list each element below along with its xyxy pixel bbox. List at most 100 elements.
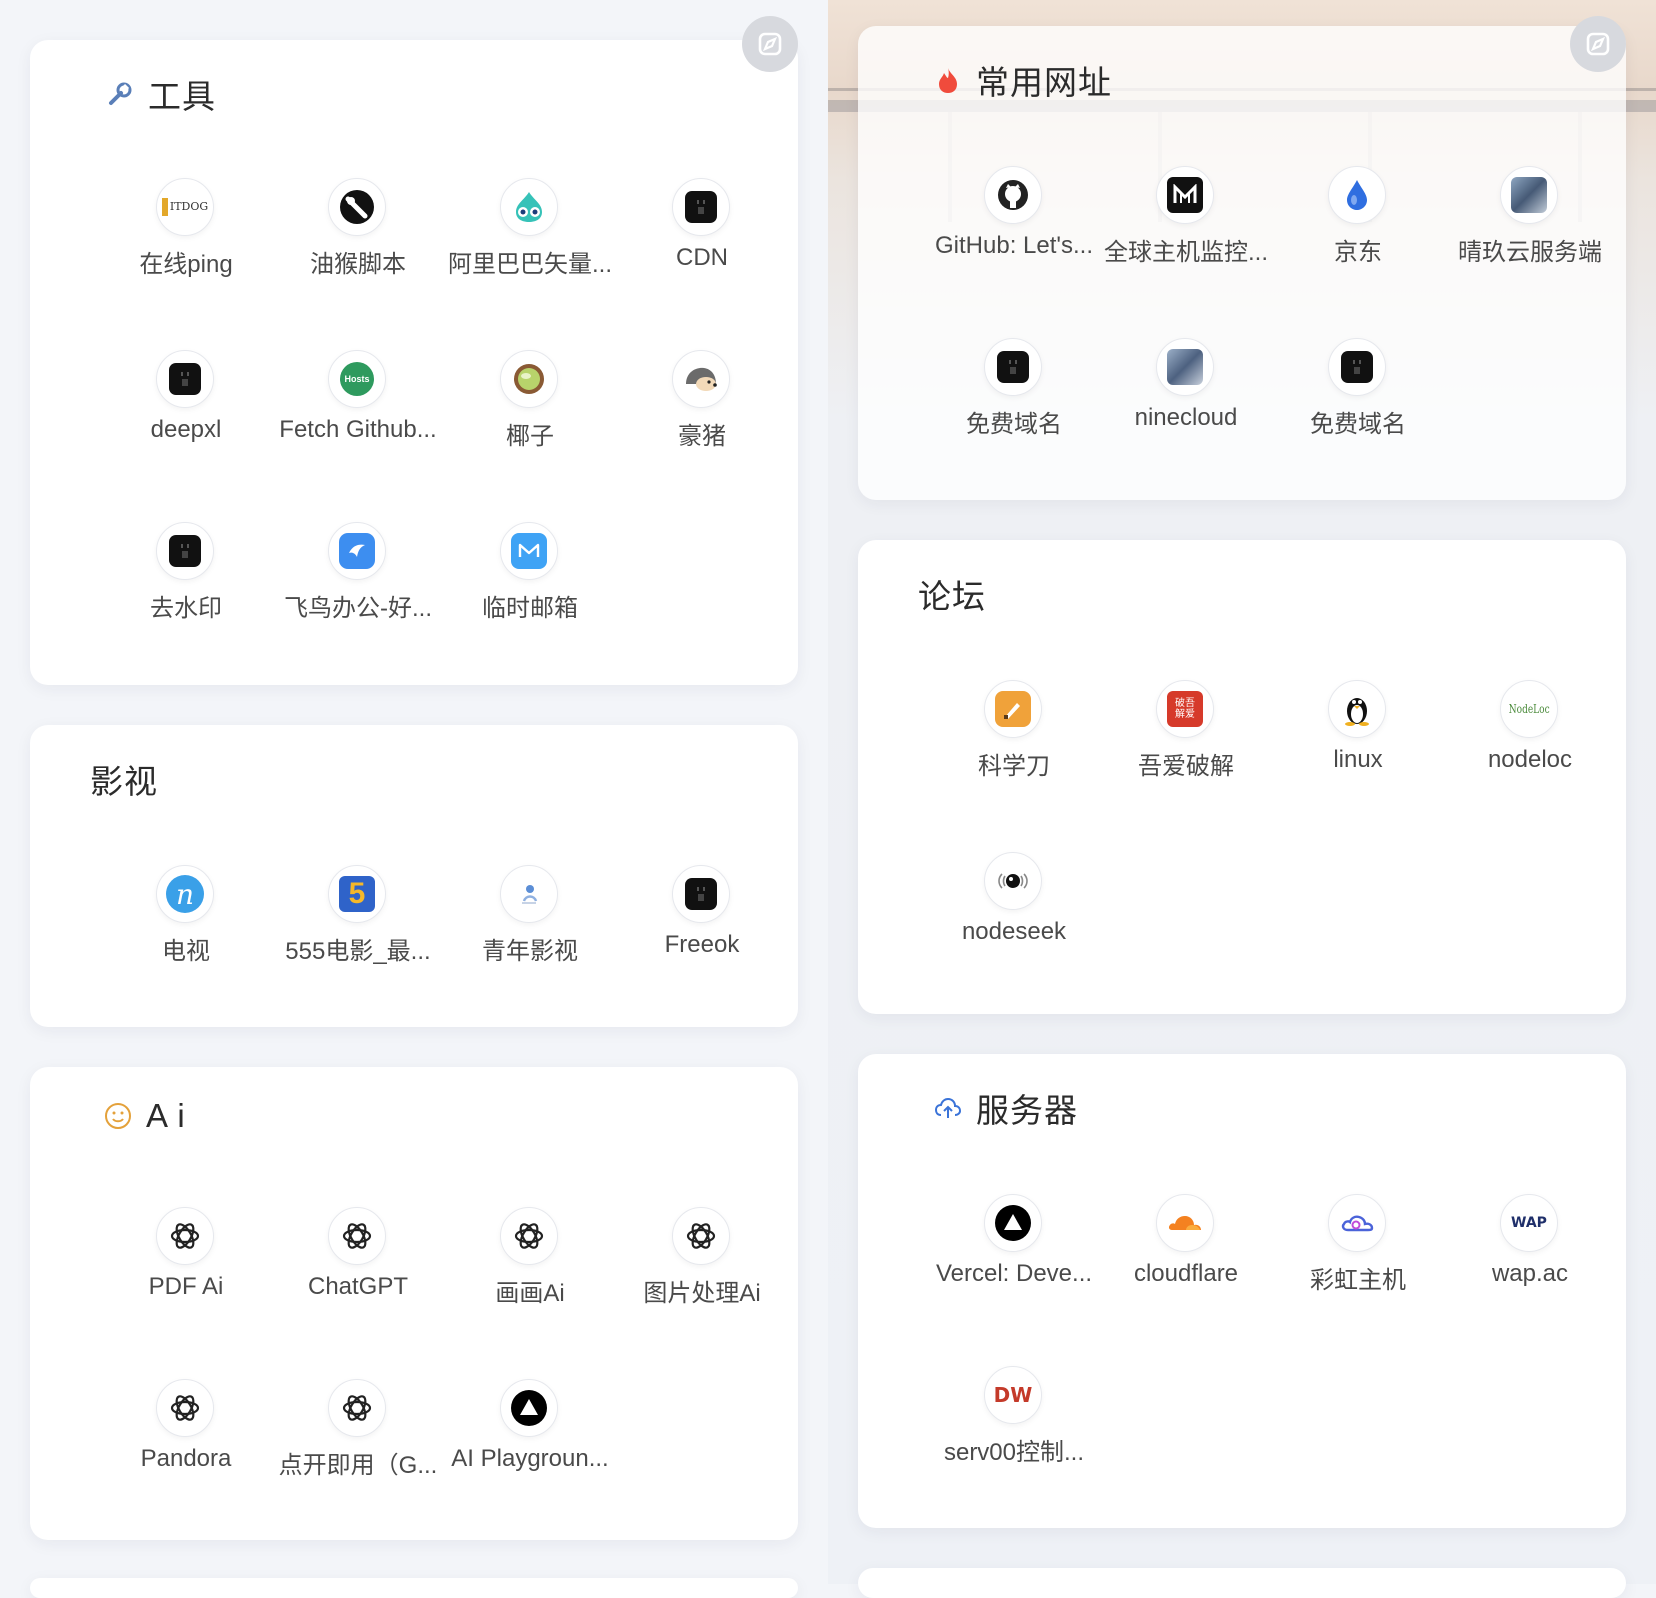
tile-qingnian-yingshi[interactable]: 青年影视 xyxy=(444,865,616,995)
52pojie-icon: 破吾解爱 xyxy=(1156,680,1214,738)
tile-deepxl[interactable]: deepxl xyxy=(100,350,272,480)
tile-label: 阿里巴巴矢量... xyxy=(447,251,612,278)
tile-label: 豪猪 xyxy=(678,423,726,450)
smile-icon xyxy=(104,1102,132,1130)
tile-nodeloc[interactable]: NodeLoc nodeloc xyxy=(1444,680,1616,810)
feiniao-bird-icon xyxy=(328,522,386,580)
openai-icon xyxy=(500,1207,558,1265)
tile-label: 吾爱破解 xyxy=(1138,753,1234,780)
555-movie-icon: 5 xyxy=(328,865,386,923)
card-tools: 工具 ITDOG 在线ping 油猴脚本 阿里巴巴矢量... CDN deepx… xyxy=(30,40,798,685)
tile-pdf-ai[interactable]: PDF Ai xyxy=(100,1207,272,1337)
tile-ai-playground[interactable]: AI Playgroun... xyxy=(444,1379,616,1509)
vercel-triangle-icon xyxy=(984,1194,1042,1252)
tile-label: Vercel: Deve... xyxy=(935,1260,1093,1287)
card-server: 服务器 Vercel: Deve... cloudflare 彩虹主机 WAP … xyxy=(858,1054,1626,1528)
openai-icon xyxy=(156,1207,214,1265)
tile-52pojie[interactable]: 破吾解爱 吾爱破解 xyxy=(1100,680,1272,810)
tile-jingdong[interactable]: 京东 xyxy=(1272,166,1444,296)
card-ai: A i PDF Ai ChatGPT 画画Ai 图片处理Ai Pandora 点… xyxy=(30,1067,798,1540)
tile-linshi-youxiang[interactable]: 临时邮箱 xyxy=(444,522,616,652)
generic-app-icon xyxy=(672,178,730,236)
tile-label: 555电影_最... xyxy=(285,938,431,965)
mail-icon xyxy=(500,522,558,580)
tile-cloudflare[interactable]: cloudflare xyxy=(1100,1194,1272,1324)
tux-penguin-icon xyxy=(1328,680,1386,738)
generic-app-icon xyxy=(1328,338,1386,396)
tile-nodeseek[interactable]: nodeseek xyxy=(928,852,1100,982)
tile-caihong-zhuji[interactable]: 彩虹主机 xyxy=(1272,1194,1444,1324)
tile-diankai-jiyong[interactable]: 点开即用（G... xyxy=(272,1379,444,1509)
tile-dianshi[interactable]: n 电视 xyxy=(100,865,272,995)
card-title-text: 影视 xyxy=(90,763,158,800)
tile-freeok[interactable]: Freeok xyxy=(616,865,788,995)
tile-label: 画画Ai xyxy=(495,1280,565,1307)
tile-label: 图片处理Ai xyxy=(643,1280,761,1307)
card-title: 影视 xyxy=(90,755,158,803)
tile-tupian-chuli-ai[interactable]: 图片处理Ai xyxy=(616,1207,788,1337)
tile-zaixian-ping[interactable]: ITDOG 在线ping xyxy=(100,178,272,308)
tile-label: ninecloud xyxy=(1134,404,1238,431)
tile-label: wap.ac xyxy=(1491,1260,1569,1287)
tile-wap-ac[interactable]: WAP wap.ac xyxy=(1444,1194,1616,1324)
tile-yezi[interactable]: 椰子 xyxy=(444,350,616,480)
tile-label: Pandora xyxy=(140,1445,232,1472)
tile-label: 油猴脚本 xyxy=(310,251,406,278)
youth-film-icon xyxy=(500,865,558,923)
tile-linux[interactable]: linux xyxy=(1272,680,1444,810)
tile-label: 免费域名 xyxy=(1310,411,1406,438)
tile-fetch-github-hosts[interactable]: Hosts Fetch Github... xyxy=(272,350,444,480)
fire-icon xyxy=(934,66,962,94)
tile-youhou-jiaoben[interactable]: 油猴脚本 xyxy=(272,178,444,308)
tile-host-monitor[interactable]: 全球主机监控... xyxy=(1100,166,1272,296)
tile-label: CDN xyxy=(676,244,728,271)
tile-serv00[interactable]: DW serv00控制... xyxy=(928,1366,1100,1496)
tile-label: ChatGPT xyxy=(307,1273,409,1300)
tile-feiniao[interactable]: 飞鸟办公-好... xyxy=(272,522,444,652)
card-title-text: A i xyxy=(146,1097,186,1134)
tile-555-dianying[interactable]: 5 555电影_最... xyxy=(272,865,444,995)
tile-label: 晴玖云服务端 xyxy=(1458,239,1602,266)
knife-icon xyxy=(984,680,1042,738)
tile-label: 点开即用（G... xyxy=(278,1452,438,1479)
card-common-sites: 常用网址 GitHub: Let's... 全球主机监控... 京东 晴玖云服务… xyxy=(858,26,1626,500)
tile-ninecloud[interactable]: ninecloud xyxy=(1100,338,1272,468)
compass-icon[interactable] xyxy=(742,16,798,72)
tile-qingjiu-cloud[interactable]: 晴玖云服务端 xyxy=(1444,166,1616,296)
tile-label: nodeloc xyxy=(1487,746,1573,773)
tile-haozhu[interactable]: 豪猪 xyxy=(616,350,788,480)
tile-label: serv00控制... xyxy=(943,1439,1085,1466)
tile-free-domain-2[interactable]: 免费域名 xyxy=(1272,338,1444,468)
card-forum: 论坛 科学刀 破吾解爱 吾爱破解 linux NodeLoc nodeloc n… xyxy=(858,540,1626,1014)
tile-pandora[interactable]: Pandora xyxy=(100,1379,272,1509)
tile-label: deepxl xyxy=(150,416,222,443)
dw-logo-icon: DW xyxy=(984,1366,1042,1424)
vercel-triangle-icon xyxy=(500,1379,558,1437)
cloudflare-icon xyxy=(1156,1194,1214,1252)
tile-vercel[interactable]: Vercel: Deve... xyxy=(928,1194,1100,1324)
tile-iconfont[interactable]: 阿里巴巴矢量... xyxy=(444,178,616,308)
tile-label: 彩虹主机 xyxy=(1310,1267,1406,1294)
hedgehog-icon xyxy=(672,350,730,408)
tile-label: 椰子 xyxy=(506,423,554,450)
card-video: 影视 n 电视 5 555电影_最... 青年影视 Freeok xyxy=(30,725,798,1027)
compass-icon[interactable] xyxy=(1570,16,1626,72)
card-title: 服务器 xyxy=(934,1084,1078,1132)
tile-cdn[interactable]: CDN xyxy=(616,178,788,308)
tile-label: 临时邮箱 xyxy=(482,595,578,622)
tile-chatgpt[interactable]: ChatGPT xyxy=(272,1207,444,1337)
n-logo-icon: n xyxy=(156,865,214,923)
tile-qushuiyin[interactable]: 去水印 xyxy=(100,522,272,652)
generic-app-icon xyxy=(156,522,214,580)
tile-label: 电视 xyxy=(162,938,210,965)
card-partial xyxy=(30,1578,798,1598)
tile-kexuedao[interactable]: 科学刀 xyxy=(928,680,1100,810)
tile-free-domain-1[interactable]: 免费域名 xyxy=(928,338,1100,468)
tile-huahua-ai[interactable]: 画画Ai xyxy=(444,1207,616,1337)
card-title: 工具 xyxy=(106,70,216,118)
tile-github[interactable]: GitHub: Let's... xyxy=(928,166,1100,296)
openai-icon xyxy=(328,1207,386,1265)
iconfont-chameleon-icon xyxy=(500,178,558,236)
openai-icon xyxy=(156,1379,214,1437)
rainbow-cloud-icon xyxy=(1328,1194,1386,1252)
